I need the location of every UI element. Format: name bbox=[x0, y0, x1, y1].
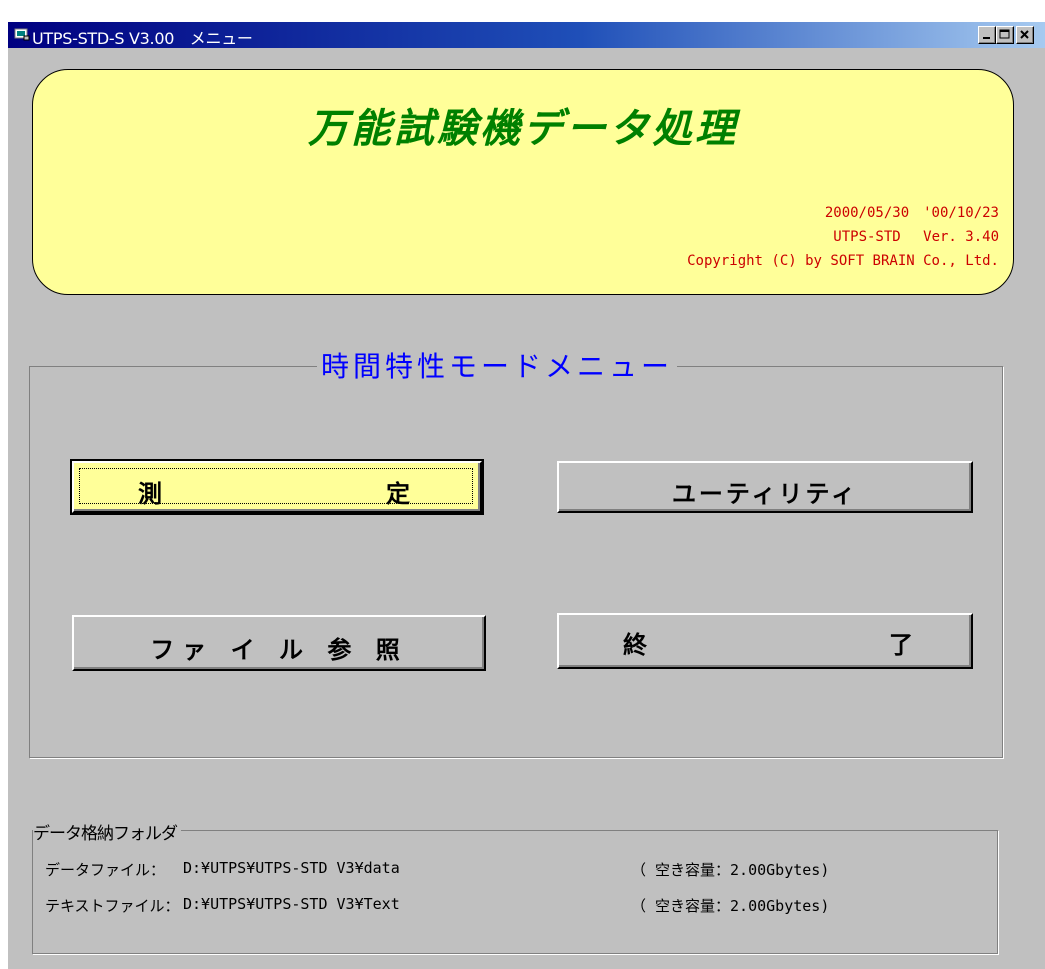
data-folder-group: データ格納フォルダ データファイル： D:¥UTPS¥UTPS-STD V3¥d… bbox=[32, 819, 998, 954]
window-title: UTPS-STD-S V3.00 メニュー bbox=[32, 29, 253, 48]
close-icon bbox=[1020, 30, 1029, 39]
utility-button[interactable]: ユーティリティ bbox=[557, 461, 973, 513]
banner-panel: 万能試験機データ処理 2000/05/30 '00/10/23 UTPS-STD… bbox=[32, 69, 1014, 295]
release-date: 2000/05/30 '00/10/23 bbox=[824, 205, 999, 221]
maximize-icon bbox=[999, 29, 1010, 39]
close-button[interactable] bbox=[1016, 26, 1034, 44]
text-file-free-space: （ 空き容量：2.00Gbytes) bbox=[631, 897, 830, 915]
file-browse-button-label: ファ イ ル 参 照 bbox=[150, 636, 408, 664]
data-folder-title: データ格納フォルダ bbox=[33, 819, 181, 844]
data-file-path: D:¥UTPS¥UTPS-STD V3¥data bbox=[183, 859, 400, 877]
banner-info: 2000/05/30 '00/10/23 UTPS-STD Ver. 3.40 … bbox=[687, 201, 999, 273]
app-icon bbox=[14, 28, 30, 41]
maximize-button[interactable] bbox=[996, 26, 1014, 44]
measure-button-label-right: 定 bbox=[386, 480, 410, 508]
exit-button[interactable]: 終 了 bbox=[557, 613, 973, 669]
text-file-label: テキストファイル： bbox=[45, 897, 180, 915]
exit-button-label-left: 終 bbox=[623, 631, 647, 659]
mode-menu-title: 時間特性モードメニュー bbox=[317, 345, 678, 385]
data-file-free-space: （ 空き容量：2.00Gbytes) bbox=[631, 861, 830, 879]
exit-button-label-right: 了 bbox=[889, 631, 913, 659]
minimize-button[interactable] bbox=[978, 26, 996, 44]
title-bar[interactable]: UTPS-STD-S V3.00 メニュー bbox=[8, 22, 1045, 48]
minimize-icon bbox=[983, 37, 990, 39]
copyright-label: Copyright (C) by SOFT BRAIN Co., Ltd. bbox=[687, 253, 999, 269]
banner-title: 万能試験機データ処理 bbox=[308, 106, 738, 152]
version-label: UTPS-STD Ver. 3.40 bbox=[833, 229, 999, 245]
measure-button[interactable]: 測 定 bbox=[70, 459, 484, 515]
main-window: UTPS-STD-S V3.00 メニュー 万能試験機データ処理 2000/05… bbox=[8, 22, 1045, 969]
measure-button-label-left: 測 bbox=[138, 480, 162, 508]
mode-menu-group: 時間特性モードメニュー 測 定 ユーティリティ ファ イ ル 参 照 終 了 bbox=[29, 345, 1003, 758]
text-file-path: D:¥UTPS¥UTPS-STD V3¥Text bbox=[183, 895, 400, 913]
data-file-label: データファイル： bbox=[45, 861, 166, 879]
file-browse-button[interactable]: ファ イ ル 参 照 bbox=[72, 615, 486, 671]
utility-button-label: ユーティリティ bbox=[671, 480, 859, 508]
